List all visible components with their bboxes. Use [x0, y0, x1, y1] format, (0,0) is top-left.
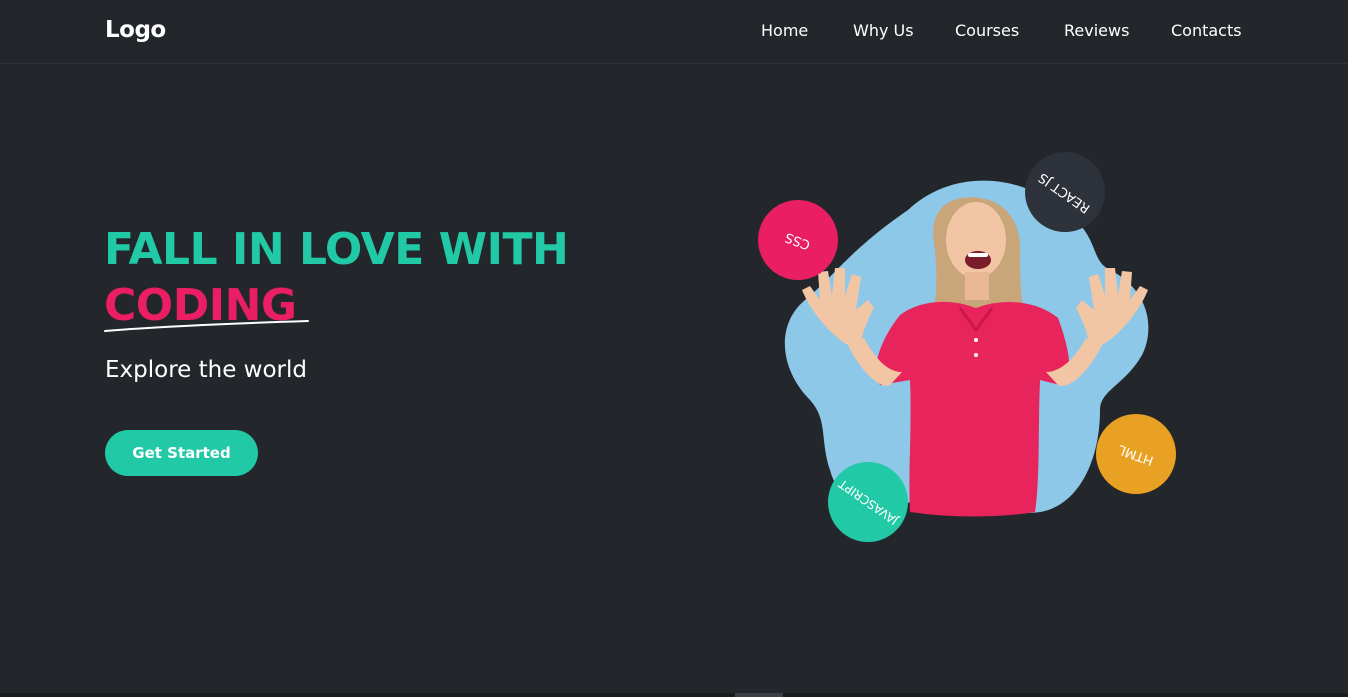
nav-courses[interactable]: Courses	[955, 21, 1019, 40]
get-started-button[interactable]: Get Started	[105, 430, 258, 476]
nav-reviews[interactable]: Reviews	[1064, 21, 1129, 40]
hero-title-line1: FALL IN LOVE WITH	[104, 224, 569, 275]
html-badge-label: HTML	[1116, 440, 1156, 468]
javascript-badge: JAVASCRIPT	[828, 462, 908, 542]
nav-home[interactable]: Home	[761, 21, 808, 40]
hero-subtitle: Explore the world	[105, 357, 308, 383]
react-badge-label: REACT JS	[1036, 168, 1094, 216]
html-badge: HTML	[1096, 414, 1176, 494]
hero-visual: CSS REACT JS HTML JAVASCRIPT	[740, 140, 1200, 560]
nav-links: Home Why Us Courses Reviews Contacts	[0, 21, 1348, 45]
scrollbar-thumb[interactable]	[735, 693, 783, 697]
css-badge-label: CSS	[783, 228, 813, 252]
react-badge: REACT JS	[1025, 152, 1105, 232]
hero-title: FALL IN LOVE WITH CODING	[104, 222, 569, 334]
underline-swoosh	[104, 320, 309, 332]
navbar: Logo Home Why Us Courses Reviews Contact…	[0, 0, 1348, 64]
hero-title-highlight: CODING	[104, 278, 309, 334]
nav-contacts[interactable]: Contacts	[1171, 21, 1242, 40]
javascript-badge-label: JAVASCRIPT	[835, 476, 901, 528]
horizontal-scrollbar[interactable]	[0, 693, 1348, 697]
css-badge: CSS	[758, 200, 838, 280]
nav-why-us[interactable]: Why Us	[853, 21, 914, 40]
